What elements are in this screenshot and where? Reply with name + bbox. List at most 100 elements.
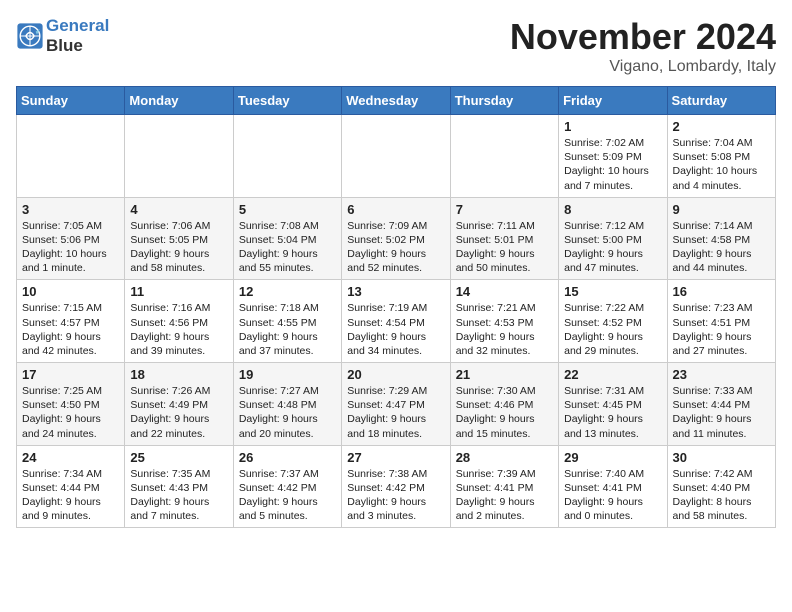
day-info: Daylight: 9 hours and 13 minutes. xyxy=(564,412,661,440)
calendar-cell: 11Sunrise: 7:16 AMSunset: 4:56 PMDayligh… xyxy=(125,280,233,363)
calendar-week-row: 3Sunrise: 7:05 AMSunset: 5:06 PMDaylight… xyxy=(17,197,776,280)
day-info: Daylight: 9 hours and 15 minutes. xyxy=(456,412,553,440)
weekday-header: Monday xyxy=(125,87,233,115)
day-info: Sunrise: 7:27 AM xyxy=(239,384,336,398)
day-info: Daylight: 9 hours and 0 minutes. xyxy=(564,495,661,523)
day-info: Sunrise: 7:15 AM xyxy=(22,301,119,315)
day-number: 18 xyxy=(130,367,227,382)
calendar-cell xyxy=(450,115,558,198)
day-info: Daylight: 9 hours and 18 minutes. xyxy=(347,412,444,440)
day-info: Daylight: 8 hours and 58 minutes. xyxy=(673,495,770,523)
page-header: General Blue November 2024 Vigano, Lomba… xyxy=(16,16,776,76)
day-number: 25 xyxy=(130,450,227,465)
day-info: Sunrise: 7:06 AM xyxy=(130,219,227,233)
day-info: Sunrise: 7:38 AM xyxy=(347,467,444,481)
calendar-cell: 21Sunrise: 7:30 AMSunset: 4:46 PMDayligh… xyxy=(450,363,558,446)
calendar-cell: 22 Sunrise: 7:31 AMSunset: 4:45 PMDayligh… xyxy=(559,363,667,446)
day-info: Sunset: 4:43 PM xyxy=(130,481,227,495)
calendar-cell: 8Sunrise: 7:12 AMSunset: 5:00 PMDaylight… xyxy=(559,197,667,280)
day-info: Daylight: 10 hours and 7 minutes. xyxy=(564,164,661,192)
weekday-header: Thursday xyxy=(450,87,558,115)
day-number: 16 xyxy=(673,284,770,299)
day-info: Sunset: 5:04 PM xyxy=(239,233,336,247)
day-info: Sunset: 4:54 PM xyxy=(347,316,444,330)
calendar-cell: 6Sunrise: 7:09 AMSunset: 5:02 PMDaylight… xyxy=(342,197,450,280)
calendar-cell: 7Sunrise: 7:11 AMSunset: 5:01 PMDaylight… xyxy=(450,197,558,280)
day-number: 26 xyxy=(239,450,336,465)
calendar-week-row: 17Sunrise: 7:25 AMSunset: 4:50 PMDayligh… xyxy=(17,363,776,446)
day-info: Sunrise: 7:37 AM xyxy=(239,467,336,481)
calendar-week-row: 10Sunrise: 7:15 AMSunset: 4:57 PMDayligh… xyxy=(17,280,776,363)
day-info: Sunset: 4:53 PM xyxy=(456,316,553,330)
calendar-cell: 16Sunrise: 7:23 AMSunset: 4:51 PMDayligh… xyxy=(667,280,775,363)
day-info: Sunrise: 7:31 AM xyxy=(564,384,661,398)
logo-icon xyxy=(16,22,44,50)
day-info: Sunrise: 7:22 AM xyxy=(564,301,661,315)
day-number: 9 xyxy=(673,202,770,217)
day-info: Sunset: 4:47 PM xyxy=(347,398,444,412)
day-info: Sunset: 4:48 PM xyxy=(239,398,336,412)
day-number: 8 xyxy=(564,202,661,217)
day-info: Sunrise: 7:30 AM xyxy=(456,384,553,398)
day-info: Sunset: 4:42 PM xyxy=(239,481,336,495)
calendar-cell: 4Sunrise: 7:06 AMSunset: 5:05 PMDaylight… xyxy=(125,197,233,280)
day-info: Daylight: 9 hours and 27 minutes. xyxy=(673,330,770,358)
calendar-cell: 15Sunrise: 7:22 AMSunset: 4:52 PMDayligh… xyxy=(559,280,667,363)
day-info: Daylight: 9 hours and 34 minutes. xyxy=(347,330,444,358)
day-info: Sunrise: 7:08 AM xyxy=(239,219,336,233)
day-info: Daylight: 9 hours and 5 minutes. xyxy=(239,495,336,523)
day-info: Daylight: 9 hours and 47 minutes. xyxy=(564,247,661,275)
calendar-cell: 23Sunrise: 7:33 AMSunset: 4:44 PMDayligh… xyxy=(667,363,775,446)
day-number: 21 xyxy=(456,367,553,382)
day-info: Sunset: 4:58 PM xyxy=(673,233,770,247)
day-info: Daylight: 9 hours and 2 minutes. xyxy=(456,495,553,523)
calendar-cell: 18Sunrise: 7:26 AMSunset: 4:49 PMDayligh… xyxy=(125,363,233,446)
day-info: Sunset: 4:49 PM xyxy=(130,398,227,412)
weekday-header: Wednesday xyxy=(342,87,450,115)
day-info: Sunset: 5:06 PM xyxy=(22,233,119,247)
calendar-cell: 28Sunrise: 7:39 AMSunset: 4:41 PMDayligh… xyxy=(450,445,558,528)
day-info: Daylight: 10 hours and 4 minutes. xyxy=(673,164,770,192)
day-info: Daylight: 9 hours and 42 minutes. xyxy=(22,330,119,358)
weekday-header: Sunday xyxy=(17,87,125,115)
day-number: 24 xyxy=(22,450,119,465)
weekday-header-row: SundayMondayTuesdayWednesdayThursdayFrid… xyxy=(17,87,776,115)
day-info: Sunrise: 7:09 AM xyxy=(347,219,444,233)
day-info: Sunrise: 7:02 AM xyxy=(564,136,661,150)
day-info: Sunset: 4:45 PM xyxy=(564,398,661,412)
day-info: Sunrise: 7:11 AM xyxy=(456,219,553,233)
day-info: Sunset: 5:08 PM xyxy=(673,150,770,164)
day-number: 30 xyxy=(673,450,770,465)
calendar-cell: 9Sunrise: 7:14 AMSunset: 4:58 PMDaylight… xyxy=(667,197,775,280)
day-info: Daylight: 9 hours and 50 minutes. xyxy=(456,247,553,275)
logo-blue: Blue xyxy=(46,36,109,56)
weekday-header: Tuesday xyxy=(233,87,341,115)
calendar-cell: 25Sunrise: 7:35 AMSunset: 4:43 PMDayligh… xyxy=(125,445,233,528)
day-number: 29 xyxy=(564,450,661,465)
day-number: 22 xyxy=(564,367,661,382)
day-info: Daylight: 9 hours and 39 minutes. xyxy=(130,330,227,358)
calendar-cell xyxy=(342,115,450,198)
day-info: Sunrise: 7:05 AM xyxy=(22,219,119,233)
calendar-cell: 10Sunrise: 7:15 AMSunset: 4:57 PMDayligh… xyxy=(17,280,125,363)
calendar-cell: 20Sunrise: 7:29 AMSunset: 4:47 PMDayligh… xyxy=(342,363,450,446)
day-info: Daylight: 9 hours and 58 minutes. xyxy=(130,247,227,275)
day-number: 12 xyxy=(239,284,336,299)
day-info: Sunset: 4:41 PM xyxy=(564,481,661,495)
day-number: 17 xyxy=(22,367,119,382)
calendar-cell: 30Sunrise: 7:42 AMSunset: 4:40 PMDayligh… xyxy=(667,445,775,528)
calendar-week-row: 1Sunrise: 7:02 AMSunset: 5:09 PMDaylight… xyxy=(17,115,776,198)
day-info: Sunset: 4:40 PM xyxy=(673,481,770,495)
day-info: Sunset: 5:01 PM xyxy=(456,233,553,247)
day-number: 23 xyxy=(673,367,770,382)
calendar-cell: 3Sunrise: 7:05 AMSunset: 5:06 PMDaylight… xyxy=(17,197,125,280)
day-number: 14 xyxy=(456,284,553,299)
day-info: Sunrise: 7:25 AM xyxy=(22,384,119,398)
day-info: Daylight: 9 hours and 20 minutes. xyxy=(239,412,336,440)
day-info: Sunset: 4:44 PM xyxy=(673,398,770,412)
location: Vigano, Lombardy, Italy xyxy=(510,58,776,76)
calendar-cell: 1Sunrise: 7:02 AMSunset: 5:09 PMDaylight… xyxy=(559,115,667,198)
calendar-cell: 5Sunrise: 7:08 AMSunset: 5:04 PMDaylight… xyxy=(233,197,341,280)
day-info: Sunrise: 7:16 AM xyxy=(130,301,227,315)
day-number: 11 xyxy=(130,284,227,299)
